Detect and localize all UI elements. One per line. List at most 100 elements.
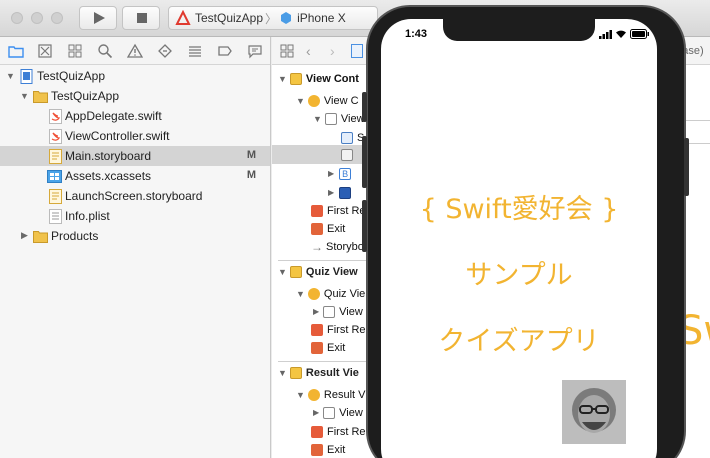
- tree-item-label: LaunchScreen.storyboard: [65, 189, 203, 203]
- disclosure-expanded-icon[interactable]: ▼: [278, 74, 287, 84]
- report-navigator-icon[interactable]: [247, 43, 263, 59]
- outline-row[interactable]: ▼ View C: [296, 91, 359, 110]
- modified-badge: M: [246, 149, 256, 161]
- view-controller-icon: [307, 94, 320, 107]
- folder-icon: [33, 91, 48, 103]
- disclosure-collapsed-icon[interactable]: ▶: [328, 169, 334, 178]
- exit-icon: [311, 341, 323, 354]
- outline-row[interactable]: First Re: [311, 320, 366, 339]
- outline-row[interactable]: ▶: [328, 183, 355, 202]
- outline-row[interactable]: First Re: [311, 422, 366, 441]
- search-icon[interactable]: [97, 43, 113, 59]
- warning-icon[interactable]: [127, 43, 143, 59]
- source-control-icon[interactable]: [37, 43, 53, 59]
- storyboard-file-icon: [49, 149, 62, 164]
- outline-row[interactable]: Exit: [311, 338, 345, 357]
- disclosure-collapsed-icon[interactable]: ▶: [21, 230, 28, 241]
- close-window-button[interactable]: [11, 12, 23, 24]
- xcode-app-icon: [175, 10, 191, 25]
- section-title: View Cont: [305, 72, 359, 85]
- project-file-icon: [20, 69, 33, 84]
- scene-icon: [289, 72, 302, 85]
- folder-navigator-icon[interactable]: [8, 43, 24, 59]
- debug-navigator-icon[interactable]: [187, 43, 203, 59]
- disclosure-expanded-icon[interactable]: ▼: [313, 114, 322, 124]
- disclosure-collapsed-icon[interactable]: ▶: [313, 307, 319, 316]
- view-icon: [323, 406, 336, 419]
- first-responder-icon: [311, 323, 323, 336]
- disclosure-expanded-icon[interactable]: ▼: [278, 267, 287, 277]
- outline-row[interactable]: Exit: [311, 440, 345, 458]
- app-name-label: クイズアプリ: [438, 326, 600, 357]
- disclosure-expanded-icon[interactable]: ▼: [278, 368, 287, 378]
- folder-icon: [33, 231, 48, 243]
- outline-row[interactable]: [341, 145, 357, 164]
- storyboard-breadcrumb-icon[interactable]: [351, 44, 363, 58]
- tree-item-file[interactable]: AppDelegate.swift: [0, 106, 270, 126]
- button-icon: B: [339, 167, 352, 180]
- outline-row-label: View C: [323, 94, 359, 107]
- outline-section-result-view[interactable]: ▼ Result Vie: [278, 361, 373, 383]
- run-button[interactable]: [79, 6, 117, 30]
- disclosure-expanded-icon[interactable]: ▼: [20, 91, 29, 101]
- disclosure-expanded-icon[interactable]: ▼: [296, 390, 305, 400]
- asset-catalog-icon: [47, 170, 62, 183]
- view-icon: [323, 305, 336, 318]
- tree-item-file[interactable]: ViewController.swift: [0, 126, 270, 146]
- scheme-selector[interactable]: TestQuizApp 〉 iPhone X: [168, 6, 378, 30]
- view-controller-icon: [307, 388, 320, 401]
- zoom-window-button[interactable]: [51, 12, 63, 24]
- side-button: [362, 200, 367, 252]
- tree-item-label: Assets.xcassets: [65, 169, 152, 183]
- tree-item-file[interactable]: Info.plist: [0, 206, 270, 226]
- tree-item-file[interactable]: Assets.xcassets M: [0, 166, 270, 186]
- side-button: [362, 136, 367, 188]
- scene-icon: [289, 265, 302, 278]
- stop-button[interactable]: [122, 6, 160, 30]
- outline-row[interactable]: ▶ View: [313, 302, 363, 321]
- tree-item-folder[interactable]: ▶ Products: [0, 226, 270, 246]
- outline-section-quiz-view[interactable]: ▼ Quiz View: [278, 260, 373, 282]
- outline-row[interactable]: Exit: [311, 219, 345, 238]
- forward-arrow-icon[interactable]: ›: [330, 43, 335, 59]
- outline-row[interactable]: ▼ View: [313, 109, 365, 128]
- tree-item-label: Products: [51, 229, 99, 243]
- outline-row[interactable]: ▶ B: [328, 164, 355, 183]
- disclosure-expanded-icon[interactable]: ▼: [6, 71, 15, 81]
- outline-row[interactable]: ▼ Result V: [296, 385, 366, 404]
- symbol-navigator-icon[interactable]: [67, 43, 83, 59]
- plist-file-icon: [49, 209, 62, 224]
- tree-item-folder[interactable]: ▼ TestQuizApp: [0, 86, 270, 106]
- outline-row[interactable]: ▶ View: [313, 403, 363, 422]
- disclosure-collapsed-icon[interactable]: ▶: [328, 188, 334, 197]
- outline-row[interactable]: → Storybo: [311, 237, 364, 256]
- tree-item-label: ViewController.swift: [65, 129, 170, 143]
- simulator-screen[interactable]: 1:43 { Swift愛好会 } サンプル クイズアプリ: [381, 19, 657, 458]
- minimize-window-button[interactable]: [31, 12, 43, 24]
- related-items-icon[interactable]: [280, 44, 294, 58]
- navigator-tab-bar: [0, 37, 270, 65]
- disclosure-expanded-icon[interactable]: ▼: [296, 289, 305, 299]
- outline-row[interactable]: First Re: [311, 201, 366, 220]
- view-controller-icon: [307, 287, 320, 300]
- disclosure-expanded-icon[interactable]: ▼: [296, 96, 305, 106]
- tree-item-file[interactable]: LaunchScreen.storyboard: [0, 186, 270, 206]
- scheme-project-name: TestQuizApp: [195, 11, 264, 25]
- battery-icon: [630, 29, 649, 39]
- back-arrow-icon[interactable]: ‹: [306, 43, 311, 59]
- power-button: [684, 138, 689, 196]
- tree-item-file-selected[interactable]: Main.storyboard M: [0, 146, 270, 166]
- test-navigator-icon[interactable]: [157, 43, 173, 59]
- storyboard-file-icon: [49, 189, 62, 204]
- tree-item-project[interactable]: ▼ TestQuizApp: [0, 66, 270, 86]
- breakpoint-navigator-icon[interactable]: [217, 43, 233, 59]
- stack-view-icon: [339, 186, 352, 199]
- outline-row-label: First Re: [327, 323, 366, 336]
- section-title: Quiz View: [305, 265, 358, 278]
- outline-row[interactable]: ▼ Quiz Vie: [296, 284, 365, 303]
- app-title-label: { Swift愛好会 }: [419, 194, 619, 225]
- modified-badge: M: [246, 169, 256, 181]
- disclosure-collapsed-icon[interactable]: ▶: [313, 408, 319, 417]
- outline-section-view-controller[interactable]: ▼ View Cont: [278, 69, 359, 88]
- author-avatar-photo: [562, 380, 626, 444]
